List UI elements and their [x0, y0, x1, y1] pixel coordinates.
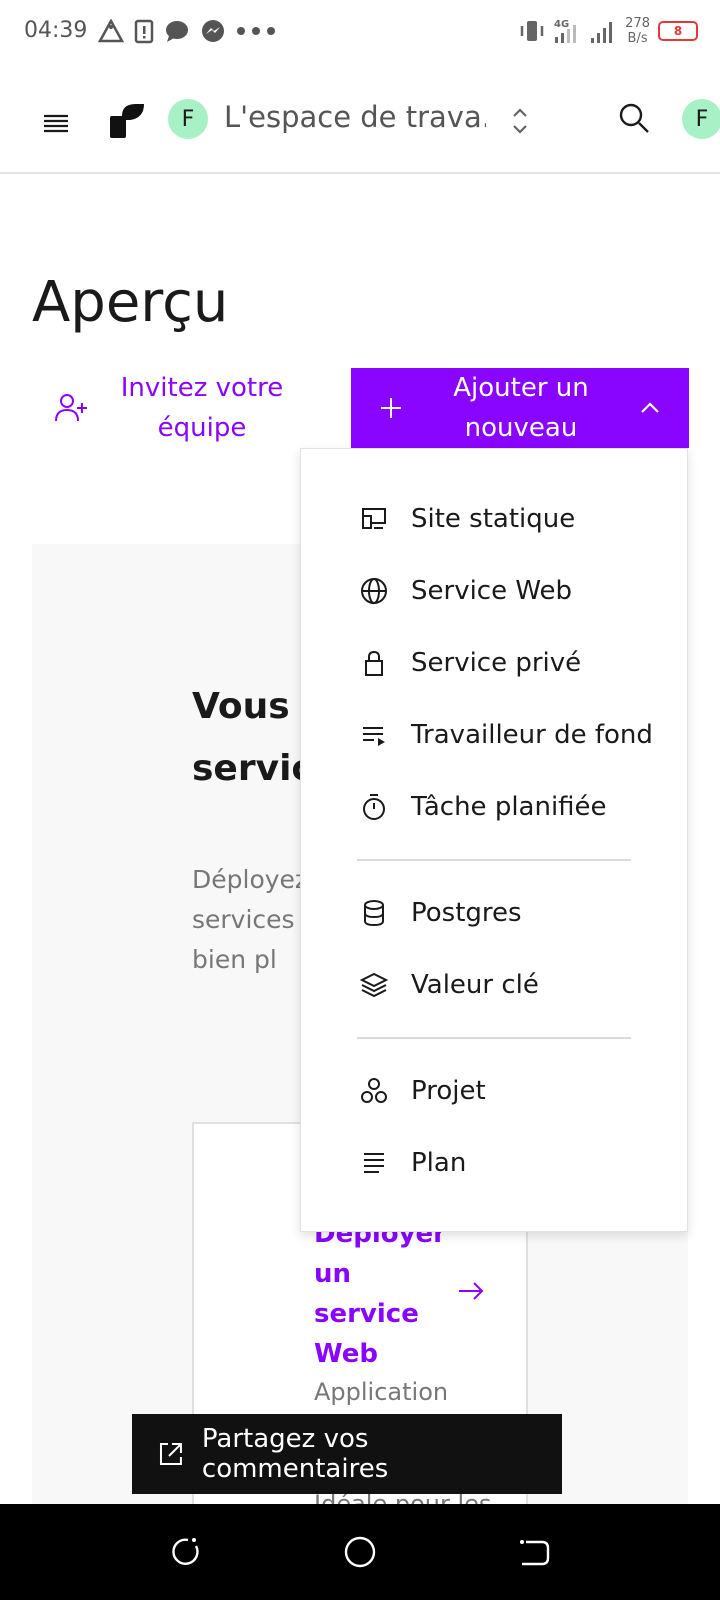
menu-item-label: Service Web	[411, 576, 573, 606]
battery-indicator: 8	[658, 21, 698, 41]
battery-level: 8	[673, 24, 683, 38]
menu-divider	[357, 1037, 631, 1039]
page-title: Aperçu	[32, 270, 229, 335]
home-icon[interactable]	[342, 1534, 378, 1570]
menu-item-blueprint[interactable]: Plan	[301, 1127, 689, 1199]
external-share-icon	[159, 1443, 182, 1465]
battery-alert-icon	[134, 19, 154, 44]
user-avatar[interactable]: F	[682, 99, 720, 139]
status-bar: 04:39 4G 278 B/s 8	[0, 0, 720, 66]
menu-item-private-service[interactable]: Service privé	[301, 627, 689, 699]
network-speed: 278 B/s	[625, 16, 650, 46]
menu-item-background-worker[interactable]: Travailleur de fond	[301, 699, 689, 771]
back-icon[interactable]	[516, 1534, 552, 1570]
add-new-dropdown-menu: Site statique Service Web Service privé …	[300, 448, 688, 1232]
menu-divider	[357, 859, 631, 861]
add-new-button[interactable]: Ajouter un nouveau	[351, 368, 689, 448]
system-icons: 4G 278 B/s 8	[519, 16, 698, 46]
signal-4g-icon: 4G	[554, 19, 577, 43]
timer-icon	[363, 794, 385, 820]
alert-triangle-icon	[98, 19, 124, 43]
menu-item-label: Travailleur de fond	[411, 720, 653, 750]
signal-icon	[591, 22, 613, 43]
system-navigation-bar	[0, 1504, 720, 1600]
globe-icon	[361, 578, 387, 604]
feedback-button[interactable]: Partagez vos commentaires	[132, 1414, 562, 1494]
chevron-up-down-icon[interactable]	[508, 104, 532, 138]
menu-item-label: Projet	[411, 1076, 486, 1106]
messenger-icon	[202, 20, 224, 42]
menu-item-cron-job[interactable]: Tâche planifiée	[301, 771, 689, 843]
status-time: 04:39	[24, 18, 88, 43]
lock-icon	[365, 650, 383, 676]
plus-icon	[381, 398, 401, 418]
user-avatar-initial: F	[695, 106, 709, 132]
menu-item-label: Tâche planifiée	[411, 792, 607, 822]
notification-icons	[98, 18, 276, 44]
menu-item-static-site[interactable]: Site statique	[301, 483, 689, 555]
svg-text:4G: 4G	[554, 19, 569, 30]
menu-item-label: Postgres	[411, 898, 522, 928]
chat-icon	[166, 21, 188, 42]
menu-item-label: Service privé	[411, 648, 582, 678]
invite-team-label: Invitez votre équipe	[120, 373, 284, 443]
top-navigation: F L'espace de trava... F	[0, 76, 720, 174]
arrow-right-icon[interactable]	[456, 1276, 486, 1306]
blueprint-icon	[364, 1153, 384, 1173]
layers-icon	[359, 972, 389, 998]
workspace-avatar-initial: F	[181, 106, 195, 132]
more-dots-icon	[237, 27, 275, 35]
invite-team-button[interactable]: Invitez votre équipe	[40, 368, 316, 448]
network-speed-value: 278	[625, 16, 650, 31]
workspace-name[interactable]: L'espace de trava...	[224, 100, 486, 134]
deploy-card-title[interactable]: Déployer un service Web	[314, 1214, 454, 1374]
menu-item-project[interactable]: Projet	[301, 1055, 689, 1127]
background-worker-icon	[363, 727, 385, 746]
workspace-avatar[interactable]: F	[168, 99, 208, 139]
project-icon	[361, 1078, 387, 1103]
menu-item-postgres[interactable]: Postgres	[301, 877, 689, 949]
vibrate-icon	[520, 21, 544, 41]
database-icon	[364, 900, 384, 927]
menu-item-label: Valeur clé	[411, 970, 539, 1000]
feedback-label: Partagez vos commentaires	[201, 1424, 389, 1484]
static-site-icon	[362, 508, 386, 529]
deploy-card-description: Application	[314, 1378, 449, 1406]
chevron-up-icon	[641, 402, 659, 413]
add-user-icon	[55, 394, 87, 422]
network-speed-unit: B/s	[627, 31, 648, 46]
add-new-label: Ajouter un nouveau	[453, 373, 589, 443]
menu-item-key-value[interactable]: Valeur clé	[301, 949, 689, 1021]
recent-apps-icon[interactable]	[168, 1534, 204, 1570]
menu-item-label: Plan	[411, 1148, 467, 1178]
menu-item-label: Site statique	[411, 504, 576, 534]
render-logo-icon[interactable]	[108, 102, 146, 140]
hamburger-menu-icon[interactable]	[40, 106, 72, 142]
menu-item-web-service[interactable]: Service Web	[301, 555, 689, 627]
search-icon[interactable]	[616, 100, 652, 136]
